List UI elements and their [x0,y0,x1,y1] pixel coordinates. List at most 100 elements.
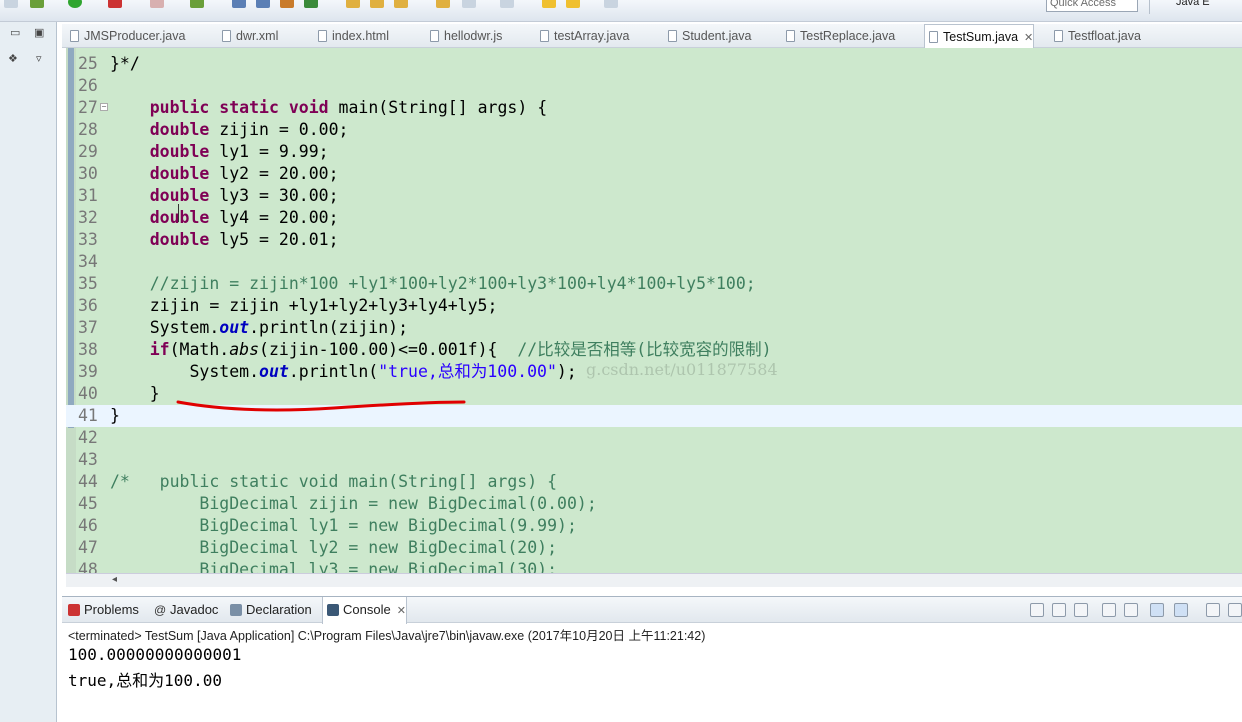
open-type-icon[interactable] [370,0,384,8]
line-number: 26 [78,76,98,95]
line-number: 27 [78,98,98,117]
tab-testarray[interactable]: testArray.java [536,24,630,48]
tab-dwr-xml[interactable]: dwr.xml [218,24,278,48]
line-number: 28 [78,120,98,139]
next-annotation-icon[interactable] [566,0,580,8]
code-line[interactable]: 28 double zijin = 0.00; [66,119,1242,141]
code-line[interactable]: 36 zijin = zijin +ly1+ly2+ly3+ly4+ly5; [66,295,1242,317]
display-console-icon[interactable] [1174,603,1188,617]
remove-all-icon[interactable] [1074,603,1088,617]
prev-annotation-icon[interactable] [542,0,556,8]
close-icon[interactable]: ✕ [397,605,406,617]
code-line[interactable]: 46 BigDecimal ly1 = new BigDecimal(9.99)… [66,515,1242,537]
main-toolbar: Quick Access Java E [0,0,1242,22]
line-number: 25 [78,54,98,73]
console-menu-icon[interactable] [1228,603,1242,617]
java-file-icon [668,30,677,42]
code-line[interactable]: 33 double ly5 = 20.01; [66,229,1242,251]
restore-icon[interactable]: ▭ [10,26,20,39]
scroll-lock-icon[interactable] [1102,603,1116,617]
pin-console-icon[interactable] [1150,603,1164,617]
refresh-icon[interactable] [304,0,318,8]
problems-icon [68,604,80,616]
run-config-icon[interactable] [190,0,204,8]
code-text: if(Math.abs(zijin-100.00)<=0.001f){ //比较… [149,340,772,359]
edit-icon[interactable] [500,0,514,8]
view-menu-icon[interactable]: ▿ [36,52,42,65]
tab-testreplace[interactable]: TestReplace.java [782,24,895,48]
code-line[interactable]: 27− public static void main(String[] arg… [66,97,1242,119]
code-line[interactable]: 45 BigDecimal zijin = new BigDecimal(0.0… [66,493,1242,515]
scroll-left-icon[interactable]: ◂ [112,574,117,585]
code-text: double ly3 = 30.00; [149,186,339,205]
tab-student[interactable]: Student.java [664,24,752,48]
code-text: } [110,406,120,425]
code-line[interactable]: 31 double ly3 = 30.00; [66,185,1242,207]
code-line[interactable]: 25}*/ [66,53,1242,75]
open-console-icon[interactable] [1206,603,1220,617]
code-editor[interactable]: 25}*/ 26 27− public static void main(Strin… [66,48,1242,573]
editor-tab-bar: JMSProducer.java dwr.xml index.html hell… [62,24,1242,49]
tab-jmsproducer[interactable]: JMSProducer.java [66,24,185,48]
code-line[interactable]: 47 BigDecimal ly2 = new BigDecimal(20); [66,537,1242,559]
code-line[interactable]: 42 [66,427,1242,449]
annotation-icon[interactable] [436,0,450,8]
code-line[interactable]: 34 [66,251,1242,273]
package-explorer-icon[interactable]: ❖ [8,52,18,65]
line-number: 38 [78,340,98,359]
line-number: 36 [78,296,98,315]
maximize-icon[interactable]: ▣ [34,26,44,39]
js-file-icon [430,30,439,42]
tab-console[interactable]: Console ✕ [322,597,407,624]
code-line[interactable]: 43 [66,449,1242,471]
code-line[interactable]: 30 double ly2 = 20.00; [66,163,1242,185]
fold-toggle-icon[interactable]: − [100,103,108,111]
code-line[interactable]: 44 /* public static void main(String[] ar… [66,471,1242,493]
red-underline-annotation [176,400,466,412]
terminate-icon[interactable] [1030,603,1044,617]
code-line[interactable]: 32 double ly4 = 20.00; [66,207,1242,229]
minimized-view-stack: ▭ ▣ ❖ ▿ [0,22,57,722]
close-icon[interactable]: ✕ [1024,32,1033,44]
tab-javadoc[interactable]: @ Javadoc [150,597,218,623]
code-line[interactable]: 26 [66,75,1242,97]
code-line[interactable]: 35 //zijin = zijin*100 +ly1*100+ly2*100+… [66,273,1242,295]
new-project-icon[interactable] [280,0,294,8]
code-line[interactable]: 38 if(Math.abs(zijin-100.00)<=0.001f){ /… [66,339,1242,361]
external-tools-icon[interactable] [108,0,122,8]
search-icon[interactable] [394,0,408,8]
tab-testsum[interactable]: TestSum.java ✕ [924,24,1035,49]
code-text: public static void main(String[] args) { [149,98,548,117]
quick-access-input[interactable]: Quick Access [1046,0,1138,12]
line-number: 32 [78,208,98,227]
code-text: } [110,384,160,403]
horizontal-scrollbar[interactable]: ◂ [66,573,1242,587]
code-text: double ly4 = 20.00; [149,208,339,227]
line-number: 46 [78,516,98,535]
new-class-icon[interactable] [232,0,246,8]
tab-problems[interactable]: Problems [64,597,139,623]
pin-icon[interactable] [462,0,476,8]
open-folder-icon[interactable] [346,0,360,8]
code-line[interactable]: 48 BigDecimal ly3 = new BigDecimal(30); [66,559,1242,573]
tab-index-html[interactable]: index.html [314,24,389,48]
code-text: BigDecimal zijin = new BigDecimal(0.00); [110,494,597,513]
code-line[interactable]: 29 double ly1 = 9.99; [66,141,1242,163]
word-wrap-icon[interactable] [1124,603,1138,617]
remove-launch-icon[interactable] [1052,603,1066,617]
new-package-icon[interactable] [256,0,270,8]
perspective-switcher[interactable]: Java E [1149,0,1210,14]
run-icon[interactable] [68,0,82,8]
tab-testfloat[interactable]: Testfloat.java [1050,24,1141,48]
tab-declaration[interactable]: Declaration [226,597,312,623]
code-text: double ly2 = 20.00; [149,164,339,183]
stop-icon[interactable] [150,0,164,8]
bottom-tab-bar: Problems @ Javadoc Declaration Console ✕ [62,597,1242,624]
forward-icon[interactable] [604,0,618,8]
toolbar-icon[interactable] [4,0,18,8]
debug-icon[interactable] [30,0,44,8]
java-file-icon [540,30,549,42]
java-file-icon [70,30,79,42]
code-line[interactable]: 37 System.out.println(zijin); [66,317,1242,339]
tab-hellodwr-js[interactable]: hellodwr.js [426,24,502,48]
